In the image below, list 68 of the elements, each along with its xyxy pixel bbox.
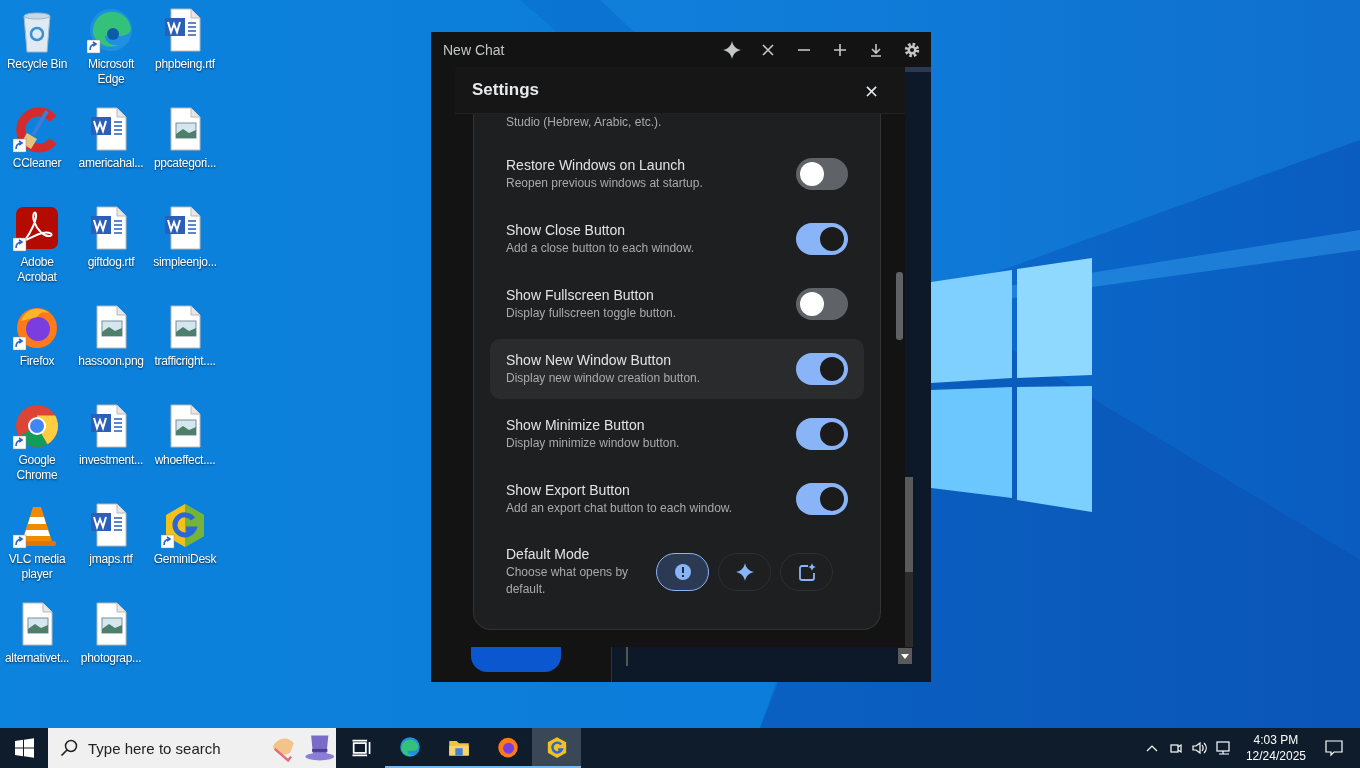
setting-description: Add a close button to each window. [506,240,696,257]
desktop-icon-label[interactable]: GeminiDesk [148,552,222,567]
window-title: New Chat [443,41,505,58]
clock-button[interactable]: 4:03 PM 12/24/2025 [1235,732,1314,764]
task-view-icon [349,737,372,759]
desktop-icon-label[interactable]: Google Chrome [0,453,74,483]
setting-title: Default Mode [506,545,591,564]
dialog-title: Settings [472,80,540,100]
toggle-switch[interactable] [796,483,848,515]
mode-option-button[interactable] [718,552,771,591]
pdf-app-icon[interactable] [13,204,61,252]
desktop-icon-label[interactable]: Microsoft Edge [74,57,148,87]
scroll-down-button[interactable] [898,648,912,664]
desktop-icon-label[interactable]: jmaps.rtf [74,552,148,567]
setting-title: Show Export Button [506,481,631,500]
fox-browser-icon [496,736,519,758]
toggle-switch[interactable] [796,223,848,255]
desktop-icon-label[interactable]: ppcategori... [148,156,222,171]
setting-description: Display fullscreen toggle button. [506,305,678,322]
notifications-icon[interactable] [1324,738,1344,758]
desktop-icon-label[interactable]: Adobe Acrobat [0,255,74,285]
network-icon[interactable] [1214,739,1233,757]
sparkle-icon[interactable] [723,40,741,59]
mode-option-button[interactable] [656,552,709,591]
alert-icon [673,562,692,581]
browser-icon[interactable] [87,6,135,54]
hexagon-logo-icon [545,736,568,758]
setting-title: Show Close Button [506,221,627,240]
mode-option-button[interactable] [780,552,833,591]
setting-description: Reopen previous windows at startup. [506,175,704,192]
desktop-icon-label[interactable]: alternativet... [0,651,74,666]
desktop-icon-label[interactable]: CCleaner [0,156,74,171]
setting-description: Studio (Hebrew, Arabic, etc.). [506,114,662,131]
search-field[interactable]: Type here to search [86,738,265,758]
settings-icon[interactable] [903,40,921,59]
setting-title: Restore Windows on Launch [506,156,686,175]
desktop-icon-label[interactable]: photograp... [74,651,148,666]
setting-description: Add an export chat button to each window. [506,500,734,517]
setting-title: Show Fullscreen Button [506,286,655,305]
close-button[interactable]: × [859,79,883,101]
search-bar[interactable]: Type here to search [48,728,336,768]
toggle-switch[interactable] [796,418,848,450]
setting-description: Display minimize window button. [506,435,681,452]
desktop-icon-label[interactable]: Firefox [0,354,74,369]
desktop-icon-label[interactable]: giftdog.rtf [74,255,148,270]
setting-description: Choose what opens by default. [506,564,630,598]
desktop-icon-label[interactable]: Recycle Bin [0,57,74,72]
desktop-icon-label[interactable]: whoeffect.... [148,453,222,468]
desktop-icon-label[interactable]: simpleenjo... [148,255,222,270]
search-icon [60,739,78,757]
desktop-icon-label[interactable]: VLC media player [0,552,74,582]
setting-title: Show Minimize Button [506,416,646,435]
sparkle-icon [735,562,754,581]
toggle-switch[interactable] [796,353,848,385]
browser-icon [398,736,421,758]
browser-icon[interactable] [13,402,61,450]
speaker-icon[interactable] [1190,739,1209,757]
desktop-icon-label[interactable]: trafficright.... [148,354,222,369]
setting-title: Show New Window Button [506,351,672,370]
toggle-switch[interactable] [796,288,848,320]
toggle-switch[interactable] [796,158,848,190]
new-chat-icon [797,562,816,581]
desktop-icon-label[interactable]: phpbeing.rtf [148,57,222,72]
setting-description: Display new window creation button. [506,370,702,387]
desktop-icon-label[interactable]: hassoon.png [74,354,148,369]
desktop-icon-label[interactable]: investment... [74,453,148,468]
desktop-icon-label[interactable]: americahal... [74,156,148,171]
scroll-thumb[interactable] [896,272,903,340]
